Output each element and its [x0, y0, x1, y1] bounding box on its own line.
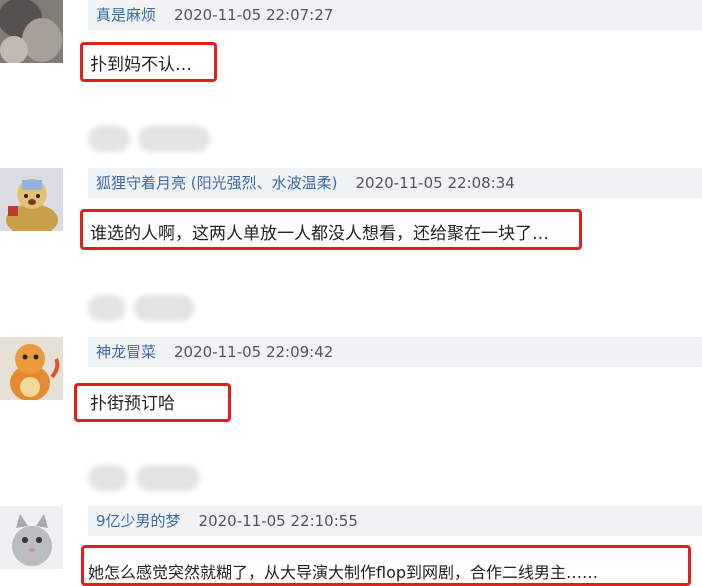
username-link[interactable]: 9亿少男的梦 [96, 512, 181, 530]
avatar[interactable] [0, 506, 63, 569]
timestamp: 2020-11-05 22:08:34 [355, 174, 515, 192]
orange-dragon-avatar [0, 337, 63, 400]
blurred-content [88, 295, 228, 323]
cartoon-bear-avatar [0, 168, 63, 231]
timestamp: 2020-11-05 22:07:27 [174, 6, 334, 24]
avatar[interactable] [0, 168, 63, 231]
blurred-content [88, 465, 228, 493]
avatar[interactable] [0, 337, 63, 400]
username-note: (阳光强烈、水波温柔) [186, 174, 338, 192]
comment-meta: 神龙冒菜 2020-11-05 22:09:42 [88, 337, 702, 367]
username-link[interactable]: 狐狸守着月亮 [96, 174, 186, 192]
username-link[interactable]: 真是麻烦 [96, 6, 156, 24]
kitten-avatar [0, 506, 63, 569]
highlight-box [80, 42, 217, 82]
comment-meta: 真是麻烦 2020-11-05 22:07:27 [88, 0, 702, 30]
blurred-person-photo-avatar [0, 0, 63, 63]
timestamp: 2020-11-05 22:10:55 [198, 512, 358, 530]
blurred-content [88, 126, 228, 154]
highlight-box [80, 209, 582, 250]
avatar[interactable] [0, 0, 63, 63]
highlight-box [81, 545, 691, 586]
comment-meta: 9亿少男的梦 2020-11-05 22:10:55 [88, 506, 702, 536]
comment-meta: 狐狸守着月亮 (阳光强烈、水波温柔) 2020-11-05 22:08:34 [88, 168, 702, 198]
timestamp: 2020-11-05 22:09:42 [174, 343, 334, 361]
username-link[interactable]: 神龙冒菜 [96, 343, 156, 361]
highlight-box [74, 383, 231, 422]
